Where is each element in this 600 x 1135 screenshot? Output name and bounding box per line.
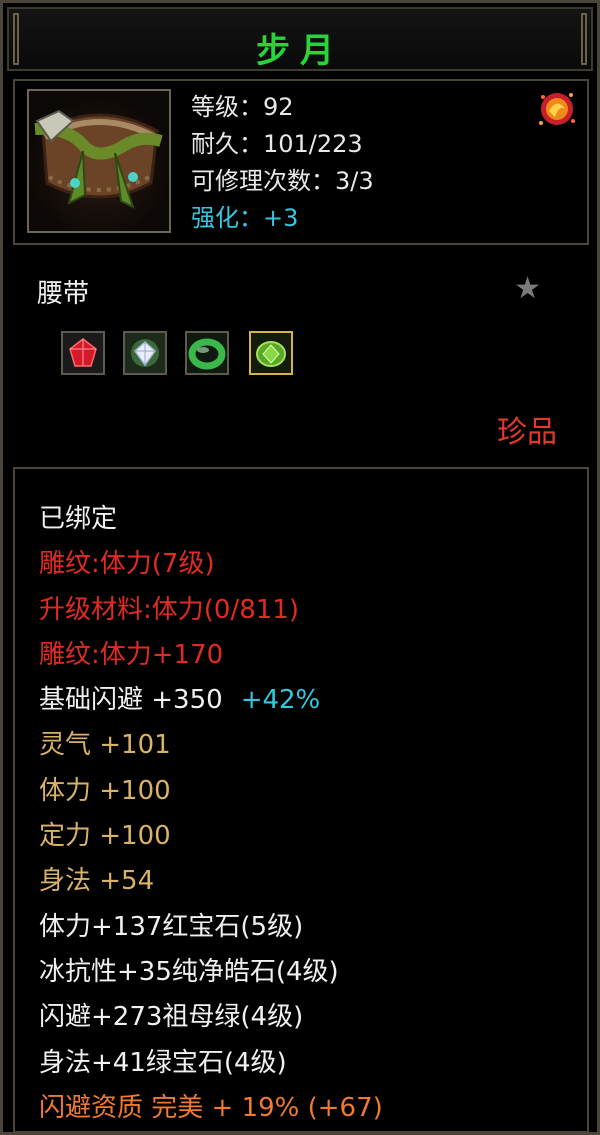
quality-label: 珍品 [497,415,557,450]
attribute-text: 雕纹:体力+170 [39,639,224,670]
ruby-gem-slot[interactable] [61,331,105,375]
attribute-line: 升级材料:体力(0/811) [39,588,383,633]
attribute-line: 灵气 +101 [39,723,383,768]
attribute-list: 已绑定雕纹:体力(7级) 升级材料:体力(0/811) 雕纹:体力+170 基础闪避 … [39,497,383,1131]
level-text: 等级：92 [191,93,294,121]
attribute-text: 体力+137红宝石(5级) [39,911,304,942]
attribute-line: 身法 +54 [39,859,383,904]
attribute-line: 身法+41绿宝石(4级) [39,1041,383,1086]
attribute-text: 闪避+273祖母绿(4级) [39,1002,304,1033]
attribute-line: 雕纹:体力+170 [39,633,383,678]
attribute-line: 雕纹:体力(7级) [39,542,383,587]
attributes-panel: 已绑定雕纹:体力(7级) 升级材料:体力(0/811) 雕纹:体力+170 基础闪避 … [13,467,589,1133]
emerald-gem-icon [251,333,291,373]
item-header-panel: 等级：92 耐久：101/223 可修理次数：3/3 强化：+3 [13,79,589,245]
attribute-text: 基础闪避 +350 [39,685,223,716]
belt-item-icon [27,89,171,233]
attribute-line: 闪避资质 完美 + 19% (+67) [39,1086,383,1131]
attribute-line: 已绑定 [39,497,383,542]
jade-ring-icon [187,333,227,373]
diamond-gem-slot[interactable] [123,331,167,375]
item-info-section: 腰带 ★ 珍品 [13,251,589,461]
item-type-label: 腰带 [37,279,90,309]
title-bar: 步月 [7,7,593,71]
durability-text: 耐久：101/223 [191,130,363,158]
repair-count-text: 可修理次数：3/3 [191,167,374,195]
jade-ring-gem-slot[interactable] [185,331,229,375]
attribute-line: 冰抗性+35纯净皓石(4级) [39,950,383,995]
favorite-star-icon[interactable]: ★ [514,271,541,306]
attribute-text: 身法+41绿宝石(4级) [39,1047,287,1078]
emerald-gem-slot[interactable] [249,331,293,375]
attribute-text: 体力 +100 [39,775,171,806]
attribute-line: 体力 +100 [39,769,383,814]
attribute-text: 定力 +100 [39,821,171,852]
attribute-line: 基础闪避 +350 +42% [39,678,383,723]
attribute-text: 身法 +54 [39,866,155,897]
item-tooltip: 步月 等级：92 耐久：101/223 可修理次数：3/3 强化：+3 腰带 ★… [0,0,600,1135]
stats-block: 等级：92 耐久：101/223 可修理次数：3/3 强化：+3 [191,89,374,237]
attribute-text: 已绑定 [39,504,118,534]
attribute-text: 灵气 +101 [39,730,171,761]
diamond-gem-icon [125,333,165,373]
fire-badge-icon [535,87,579,131]
attribute-line: 闪避+273祖母绿(4级) [39,995,383,1040]
attribute-text: 闪避资质 完美 + 19% (+67) [39,1092,383,1123]
attribute-text: 雕纹:体力(7级) [39,549,215,580]
item-name: 步月 [256,31,344,71]
ruby-gem-icon [63,333,103,373]
attribute-line: 体力+137红宝石(5级) [39,905,383,950]
enhance-text: 强化：+3 [191,204,299,232]
attribute-text: 冰抗性+35纯净皓石(4级) [39,956,339,987]
attribute-bonus: +42% [240,685,321,716]
attribute-line: 定力 +100 [39,814,383,859]
attribute-text: 升级材料:体力(0/811) [39,594,299,625]
